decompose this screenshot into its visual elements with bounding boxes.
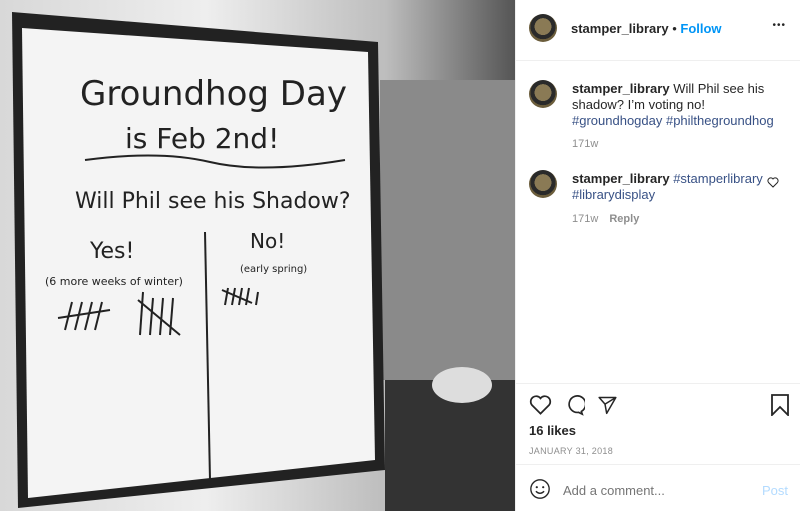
comment: stamper_library #stamperlibrary #library… bbox=[572, 171, 772, 203]
avatar[interactable] bbox=[529, 170, 557, 198]
follow-button[interactable]: Follow bbox=[680, 21, 721, 36]
comment-bubble-icon[interactable] bbox=[563, 394, 585, 416]
post-date[interactable]: JANUARY 31, 2018 bbox=[529, 446, 613, 456]
emoji-smiley-icon[interactable] bbox=[529, 478, 551, 500]
comment-time[interactable]: 171w bbox=[572, 213, 598, 225]
post-comment-button[interactable]: Post bbox=[762, 483, 788, 498]
yes-label: Yes! bbox=[89, 239, 134, 264]
comment-time[interactable]: 171w bbox=[572, 138, 598, 150]
bookshelf bbox=[380, 80, 515, 380]
board-text: is Feb 2nd! bbox=[125, 122, 279, 155]
reply-button[interactable]: Reply bbox=[609, 213, 639, 225]
avatar[interactable] bbox=[529, 80, 557, 108]
yes-note: (6 more weeks of winter) bbox=[45, 275, 183, 288]
comment-username[interactable]: stamper_library bbox=[572, 81, 670, 96]
post-photo: Groundhog Day is Feb 2nd! Will Phil see … bbox=[0, 0, 515, 511]
post-header: stamper_library • Follow bbox=[571, 21, 722, 36]
like-heart-icon[interactable] bbox=[529, 394, 552, 416]
hashtags[interactable]: #groundhogday #philthegroundhog bbox=[572, 113, 774, 128]
likes-count[interactable]: 16 likes bbox=[529, 423, 576, 438]
no-note: (early spring) bbox=[240, 264, 307, 275]
avatar[interactable] bbox=[529, 14, 557, 42]
board-text: Groundhog Day bbox=[80, 74, 347, 114]
whiteboard-photo: Groundhog Day is Feb 2nd! Will Phil see … bbox=[12, 12, 515, 511]
username-link[interactable]: stamper_library bbox=[571, 21, 669, 36]
comment-username[interactable]: stamper_library bbox=[572, 171, 670, 186]
no-label: No! bbox=[250, 229, 285, 253]
save-bookmark-icon[interactable] bbox=[770, 394, 790, 416]
like-comment-heart-icon[interactable] bbox=[767, 177, 779, 188]
share-paper-plane-icon[interactable] bbox=[597, 395, 618, 415]
more-options-icon[interactable]: ••• bbox=[772, 20, 786, 31]
post-side-panel: stamper_library • Follow ••• stamper_lib… bbox=[515, 0, 800, 511]
board-text: Will Phil see his Shadow? bbox=[75, 189, 351, 214]
separator: • bbox=[672, 21, 677, 36]
caption: stamper_library Will Phil see his shadow… bbox=[572, 81, 782, 129]
add-comment-input[interactable] bbox=[563, 480, 753, 500]
